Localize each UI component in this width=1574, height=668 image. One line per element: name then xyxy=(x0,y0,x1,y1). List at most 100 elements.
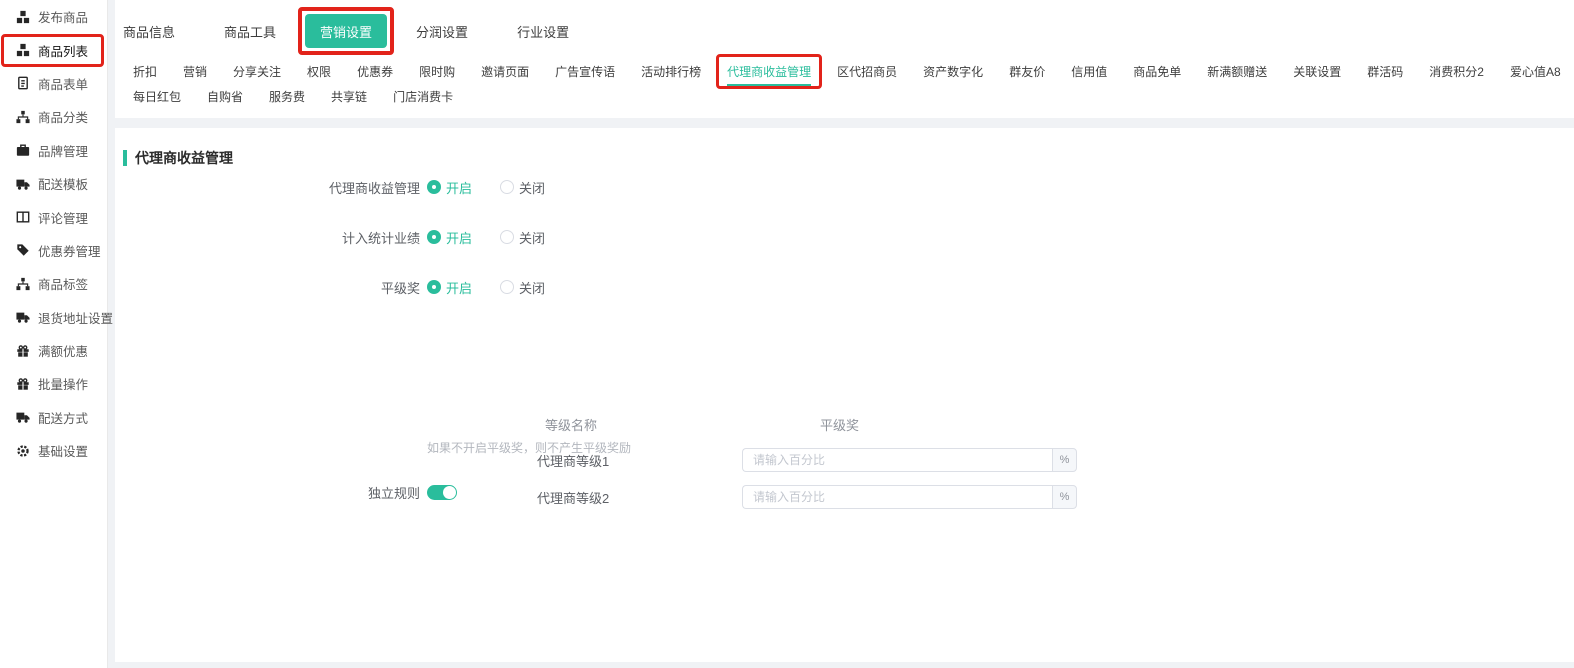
tab-tertiary-3[interactable]: 共享链 xyxy=(331,88,367,105)
radio-group: 开启 关闭 xyxy=(427,228,545,247)
radio-selected-icon[interactable] xyxy=(427,180,441,194)
tab-tertiary-0[interactable]: 每日红包 xyxy=(133,88,181,105)
table-header-peer-award: 平级奖 xyxy=(820,415,859,434)
tab-label: 广告宣传语 xyxy=(555,65,615,79)
sidebar-item-8[interactable]: 商品标签 xyxy=(0,267,107,300)
sidebar-item-1[interactable]: 商品列表 xyxy=(0,33,107,66)
sidebar-item-label: 退货地址设置 xyxy=(38,308,113,327)
radio-option-关闭[interactable]: 关闭 xyxy=(500,278,545,297)
sidebar-item-0[interactable]: 发布商品 xyxy=(0,0,107,33)
radio-option-开启[interactable]: 开启 xyxy=(427,178,472,197)
sidebar-item-13[interactable]: 基础设置 xyxy=(0,434,107,467)
tab-primary-3[interactable]: 分润设置 xyxy=(416,22,468,41)
secondary-tabs: 折扣营销分享关注权限优惠券 限时购 邀请页面 广告宣传语 活动排行榜代理商收益管理 区代招… xyxy=(133,57,1574,86)
tab-primary-1[interactable]: 商品工具 xyxy=(224,22,276,41)
radio-selected-icon[interactable] xyxy=(427,280,441,294)
primary-tabs: 商品信息 商品工具 营销设置 分润设置 行业设置 xyxy=(123,13,569,49)
sidebar-item-2[interactable]: 商品表单 xyxy=(0,67,107,100)
tab-label: 商品信息 xyxy=(123,25,175,40)
tab-label: 限时购 xyxy=(419,65,455,79)
independent-rule-toggle[interactable] xyxy=(427,485,457,500)
briefcase-icon xyxy=(16,143,30,157)
sidebar-item-4[interactable]: 品牌管理 xyxy=(0,134,107,167)
radio-label: 关闭 xyxy=(519,278,545,297)
tab-tertiary-2[interactable]: 服务费 xyxy=(269,88,305,105)
radio-unselected-icon[interactable] xyxy=(500,280,514,294)
content-panel: 代理商收益管理 代理商收益管理开启关闭计入统计业绩开启关闭平级奖开启关闭 如果不… xyxy=(115,128,1574,662)
radio-label: 关闭 xyxy=(519,178,545,197)
tab-label: 关联设置 xyxy=(1293,65,1341,79)
tab-secondary-16[interactable]: 关联设置 xyxy=(1293,57,1341,86)
sidebar-item-9[interactable]: 退货地址设置 xyxy=(0,301,107,334)
tab-primary-2[interactable]: 营销设置 xyxy=(305,14,387,48)
tab-secondary-7[interactable]: 广告宣传语 xyxy=(555,57,615,86)
tab-tertiary-1[interactable]: 自购省 xyxy=(207,88,243,105)
sidebar-item-3[interactable]: 商品分类 xyxy=(0,100,107,133)
sidebar-item-label: 满额优惠 xyxy=(38,341,88,360)
tab-secondary-5[interactable]: 限时购 xyxy=(419,57,455,86)
radio-unselected-icon[interactable] xyxy=(500,180,514,194)
tab-label: 爱心值A8 xyxy=(1510,65,1561,79)
truck-icon xyxy=(16,177,30,191)
sidebar-item-6[interactable]: 评论管理 xyxy=(0,200,107,233)
tab-secondary-14[interactable]: 商品免单 xyxy=(1133,57,1181,86)
level-name: 代理商等级2 xyxy=(537,488,609,507)
tab-secondary-10[interactable]: 区代招商员 xyxy=(837,57,897,86)
radio-label: 关闭 xyxy=(519,228,545,247)
tab-secondary-11[interactable]: 资产数字化 xyxy=(923,57,983,86)
tab-secondary-2[interactable]: 分享关注 xyxy=(233,57,281,86)
toggle-row: 独立规则 xyxy=(115,484,457,500)
tab-label: 资产数字化 xyxy=(923,65,983,79)
tab-label: 商品工具 xyxy=(224,25,276,40)
tab-label: 区代招商员 xyxy=(837,65,897,79)
tab-secondary-19[interactable]: 爱心值A8 xyxy=(1510,57,1561,86)
tab-secondary-6[interactable]: 邀请页面 xyxy=(481,57,529,86)
radio-option-关闭[interactable]: 关闭 xyxy=(500,178,545,197)
gift-icon xyxy=(16,344,30,358)
tab-secondary-0[interactable]: 折扣 xyxy=(133,57,157,86)
sidebar-item-10[interactable]: 满额优惠 xyxy=(0,334,107,367)
form-row-2: 平级奖开启关闭 xyxy=(115,277,545,297)
form-row-label: 计入统计业绩 xyxy=(115,228,420,247)
tab-secondary-8[interactable]: 活动排行榜 xyxy=(641,57,701,86)
tab-secondary-12[interactable]: 群友价 xyxy=(1009,57,1045,86)
cubes-icon xyxy=(16,10,30,24)
percent-input-group: % xyxy=(742,485,1077,509)
percent-suffix: % xyxy=(1052,485,1077,509)
tab-secondary-4[interactable]: 优惠券 xyxy=(357,57,393,86)
tab-secondary-17[interactable]: 群活码 xyxy=(1367,57,1403,86)
tab-label: 共享链 xyxy=(331,90,367,104)
sidebar-item-label: 商品标签 xyxy=(38,274,88,293)
cubes-icon xyxy=(16,43,30,57)
tab-secondary-13[interactable]: 信用值 xyxy=(1071,57,1107,86)
sidebar-item-label: 商品分类 xyxy=(38,107,88,126)
tab-label: 信用值 xyxy=(1071,65,1107,79)
radio-option-关闭[interactable]: 关闭 xyxy=(500,228,545,247)
tab-secondary-9[interactable]: 代理商收益管理 xyxy=(727,57,811,86)
tab-secondary-18[interactable]: 消费积分2 xyxy=(1429,57,1484,86)
tab-label: 自购省 xyxy=(207,90,243,104)
tab-label: 行业设置 xyxy=(517,25,569,40)
sidebar-item-7[interactable]: 优惠券管理 xyxy=(0,234,107,267)
tab-label: 新满额赠送 xyxy=(1207,65,1267,79)
tab-label: 群活码 xyxy=(1367,65,1403,79)
radio-label: 开启 xyxy=(446,228,472,247)
tab-primary-0[interactable]: 商品信息 xyxy=(123,22,175,41)
level-name: 代理商等级1 xyxy=(537,451,609,470)
radio-selected-icon[interactable] xyxy=(427,230,441,244)
percent-input[interactable] xyxy=(742,485,1052,509)
radio-option-开启[interactable]: 开启 xyxy=(427,278,472,297)
sidebar-item-5[interactable]: 配送模板 xyxy=(0,167,107,200)
tab-secondary-1[interactable]: 营销 xyxy=(183,57,207,86)
tab-primary-4[interactable]: 行业设置 xyxy=(517,22,569,41)
sidebar-item-12[interactable]: 配送方式 xyxy=(0,401,107,434)
tab-tertiary-4[interactable]: 门店消费卡 xyxy=(393,88,453,105)
radio-option-开启[interactable]: 开启 xyxy=(427,228,472,247)
radio-unselected-icon[interactable] xyxy=(500,230,514,244)
percent-suffix: % xyxy=(1052,448,1077,472)
tab-secondary-3[interactable]: 权限 xyxy=(307,57,331,86)
tab-secondary-15[interactable]: 新满额赠送 xyxy=(1207,57,1267,86)
percent-input[interactable] xyxy=(742,448,1052,472)
sidebar-item-11[interactable]: 批量操作 xyxy=(0,367,107,400)
bottom-strip xyxy=(109,662,1574,668)
